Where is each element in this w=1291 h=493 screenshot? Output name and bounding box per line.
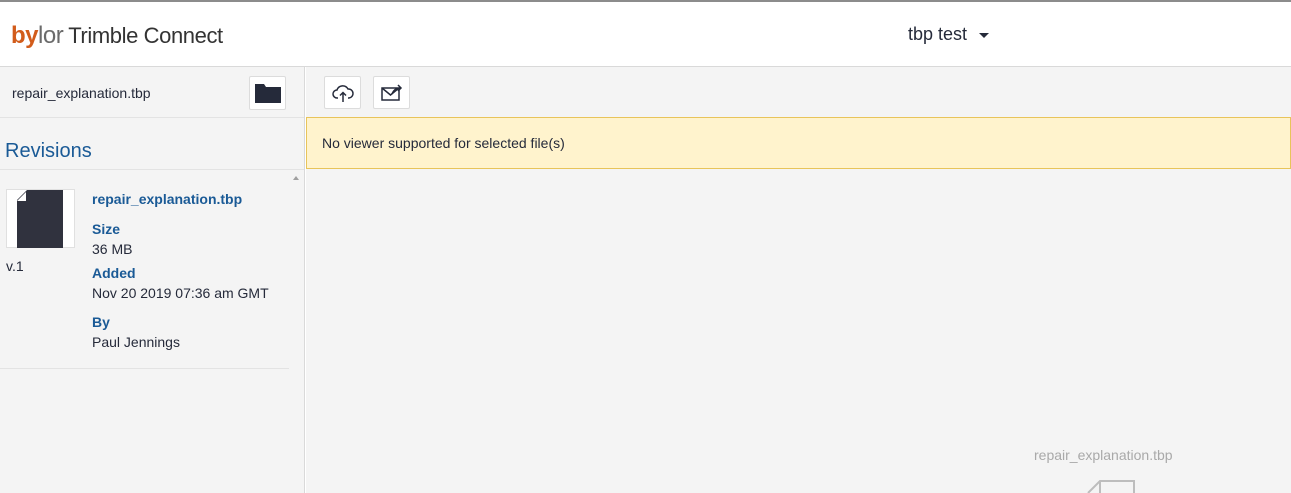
- open-folder-button[interactable]: [249, 76, 286, 110]
- no-viewer-notice: No viewer supported for selected file(s): [306, 117, 1291, 169]
- viewer-file-name: repair_explanation.tbp: [1034, 447, 1173, 463]
- file-bar: repair_explanation.tbp: [0, 67, 304, 118]
- viewer-area: repair_explanation.tbp: [306, 169, 1291, 493]
- selected-file-name: repair_explanation.tbp: [12, 85, 151, 101]
- scroll-up-arrow-icon[interactable]: [293, 176, 299, 180]
- revisions-heading: Revisions: [5, 140, 92, 162]
- folder-icon: [254, 84, 281, 103]
- project-name: tbp test: [908, 24, 968, 44]
- by-label: By: [92, 314, 110, 330]
- project-selector[interactable]: tbp test: [908, 24, 990, 45]
- notice-text: No viewer supported for selected file(s): [322, 135, 565, 151]
- file-thumbnail[interactable]: [6, 189, 75, 248]
- upload-button[interactable]: [324, 76, 361, 109]
- left-panel: repair_explanation.tbp Revisions v.1 rep…: [0, 67, 305, 493]
- revision-version: v.1: [6, 258, 24, 274]
- revision-file-link[interactable]: repair_explanation.tbp: [92, 191, 242, 209]
- revision-file-name[interactable]: repair_explanation.tbp: [92, 191, 242, 207]
- by-value: Paul Jennings: [92, 334, 180, 350]
- share-button[interactable]: [373, 76, 410, 109]
- caret-down-icon: [979, 32, 990, 38]
- logo-lor-text: lor: [38, 22, 64, 49]
- size-value: 36 MB: [92, 241, 133, 257]
- size-label: Size: [92, 221, 121, 237]
- added-label: Added: [92, 265, 136, 281]
- cloud-upload-icon: [331, 84, 354, 102]
- app-header: bylor Trimble Connect tbp test: [0, 2, 1291, 67]
- share-icon: [380, 83, 402, 101]
- app-logo[interactable]: bylor Trimble Connect: [11, 22, 223, 52]
- file-icon: [17, 190, 63, 248]
- viewer-toolbar: [306, 67, 1291, 117]
- revision-item[interactable]: v.1 repair_explanation.tbp Size 36 MB Ad…: [0, 170, 289, 369]
- logo-by-text: by: [11, 22, 39, 49]
- product-name: Trimble Connect: [68, 23, 223, 48]
- added-value: Nov 20 2019 07:36 am GMT: [92, 285, 269, 301]
- revisions-scrollbar[interactable]: [289, 170, 304, 493]
- bylor-logo: bylor: [11, 22, 64, 50]
- file-placeholder-icon: [1087, 480, 1135, 493]
